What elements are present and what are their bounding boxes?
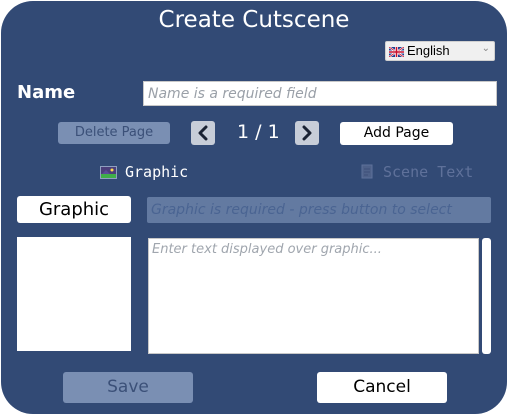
chevron-left-icon (198, 125, 208, 141)
create-cutscene-dialog: Create Cutscene English ⌄ Name Delete Pa… (1, 1, 507, 414)
cutscene-text-area[interactable] (148, 238, 479, 354)
chevron-right-icon (302, 125, 312, 141)
dialog-title: Create Cutscene (158, 7, 350, 33)
scene-text-toggle-label: Scene Text (383, 163, 474, 181)
text-area-scrollbar[interactable] (482, 238, 491, 354)
name-label: Name (17, 82, 76, 103)
uk-flag-icon (389, 47, 404, 57)
graphic-toggle-label: Graphic (125, 163, 189, 181)
next-page-button[interactable] (295, 121, 319, 145)
graphic-preview (17, 237, 131, 351)
name-input[interactable] (143, 81, 497, 106)
delete-page-button[interactable]: Delete Page (58, 122, 170, 144)
graphic-path-field: Graphic is required - press button to se… (147, 197, 491, 223)
select-graphic-button[interactable]: Graphic (17, 196, 131, 223)
chevron-down-icon: ⌄ (481, 43, 490, 54)
add-page-button[interactable]: Add Page (340, 122, 453, 145)
language-select[interactable]: English ⌄ (385, 41, 495, 61)
previous-page-button[interactable] (191, 121, 215, 145)
image-icon (100, 166, 117, 179)
save-button[interactable]: Save (63, 372, 193, 403)
page-counter: 1 / 1 (237, 121, 280, 143)
language-label: English (407, 43, 450, 58)
cancel-button[interactable]: Cancel (317, 372, 447, 403)
document-icon (361, 164, 373, 179)
